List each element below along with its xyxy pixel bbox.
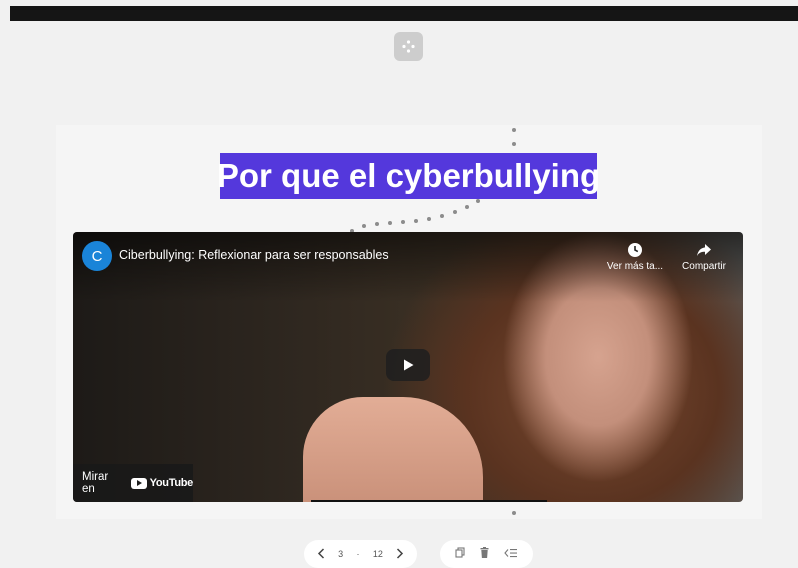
watch-later-label: Ver más ta... [606,261,664,272]
play-button[interactable] [386,349,430,381]
top-toolbar [10,6,798,21]
video-progress-line [311,500,547,502]
reorder-slides-button[interactable] [503,545,518,563]
slide-pager: 3 · 12 [304,540,417,568]
channel-avatar[interactable]: C [82,241,112,271]
slide-title[interactable]: Por que el cyberbullying [217,153,600,199]
share-button[interactable]: Compartir [674,242,734,272]
delete-slide-button[interactable] [480,545,489,563]
play-icon [404,359,414,371]
chevron-right-icon [397,547,404,559]
youtube-play-icon [130,477,147,489]
clock-icon [628,243,642,257]
total-slides: 12 [372,549,383,559]
current-slide-number: 3 [338,549,344,559]
pager-separator: · [356,549,360,559]
share-icon [697,244,711,256]
move-icon [402,40,415,53]
youtube-logo: YouTube [130,477,194,489]
copy-icon [455,547,465,558]
list-order-icon [503,549,517,558]
chevron-left-icon [317,547,324,559]
watch-on-label: Mirar en [82,471,109,495]
watch-later-button[interactable]: Ver más ta... [605,242,665,272]
move-handle[interactable] [394,32,423,61]
trash-icon [480,547,489,558]
duplicate-slide-button[interactable] [455,545,465,563]
embedded-video[interactable]: C Ciberbullying: Reflexionar para ser re… [73,232,743,502]
share-label: Compartir [682,261,726,272]
youtube-wordmark: YouTube [149,477,194,489]
slide-tools [440,540,533,568]
watch-on-youtube-button[interactable]: Mirar en YouTube [73,464,193,502]
next-slide-button[interactable] [396,547,404,561]
video-title[interactable]: Ciberbullying: Reflexionar para ser resp… [119,248,389,262]
prev-slide-button[interactable] [317,547,325,561]
video-thumbnail-detail [303,397,483,502]
